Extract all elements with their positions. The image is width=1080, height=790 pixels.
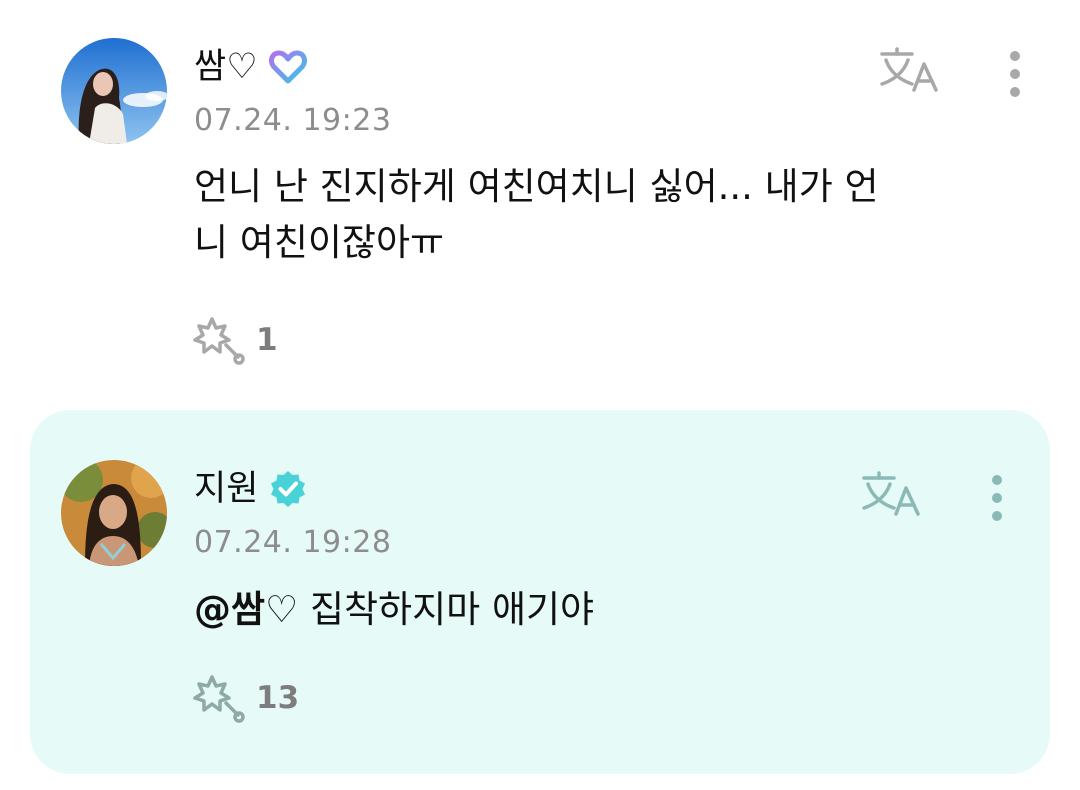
- comment-item: 쌈♡ 07.24. 19:23 언니 난 진지하게 여친여치니 싫어... 내가…: [0, 0, 1080, 400]
- comment-text: 언니 난 진지하게 여친여치니 싫어... 내가 언 니 여친이잖아ㅠ: [194, 159, 1014, 271]
- translate-icon: [862, 471, 920, 516]
- more-options-button[interactable]: [1005, 48, 1025, 104]
- comment-text-line: 니 여친이잖아ㅠ: [194, 221, 445, 264]
- more-vertical-icon: [992, 475, 1002, 521]
- like-count: 13: [256, 680, 300, 716]
- cheer-lightstick-icon: [193, 675, 245, 723]
- artist-reply-card: 지원 07.24. 19:28 @쌈♡ 집착하지마 애기야 13: [30, 410, 1050, 774]
- more-vertical-icon: [1010, 51, 1020, 97]
- membership-heart-icon: [268, 47, 308, 87]
- translate-button[interactable]: [878, 46, 942, 98]
- timestamp: 07.24. 19:23: [194, 103, 392, 138]
- avatar[interactable]: [61, 38, 167, 144]
- translate-icon: [880, 47, 938, 92]
- reply-text: 집착하지마 애기야: [298, 588, 595, 631]
- comment-text-line: 언니 난 진지하게 여친여치니 싫어... 내가 언: [194, 165, 879, 208]
- avatar[interactable]: [61, 460, 167, 566]
- comment-text: @쌈♡ 집착하지마 애기야: [194, 582, 994, 638]
- like-button[interactable]: 1: [192, 313, 278, 367]
- like-count: 1: [256, 322, 278, 358]
- cheer-lightstick-icon: [193, 317, 245, 365]
- more-options-button[interactable]: [987, 472, 1007, 528]
- author-row: 쌈♡: [194, 42, 308, 92]
- like-button[interactable]: 13: [192, 671, 299, 725]
- verified-check-icon: [268, 469, 308, 509]
- timestamp: 07.24. 19:28: [194, 525, 392, 560]
- author-name[interactable]: 쌈♡: [194, 42, 258, 92]
- mention-link[interactable]: @쌈♡: [194, 588, 298, 631]
- author-name[interactable]: 지원: [194, 464, 258, 514]
- translate-button[interactable]: [860, 470, 924, 522]
- author-row: 지원: [194, 464, 308, 514]
